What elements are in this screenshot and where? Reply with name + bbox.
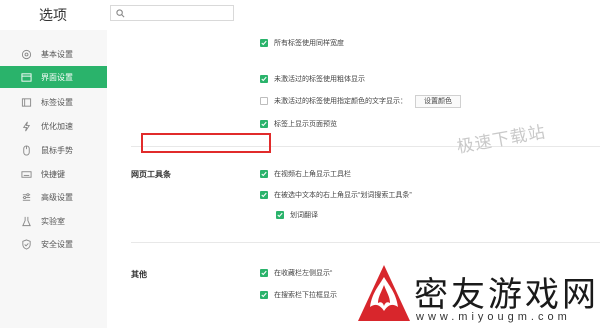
option-color-unactivated[interactable]: 未激活过的标签使用指定颜色的文字显示： 设置颜色 <box>260 94 461 108</box>
mouse-icon <box>20 144 32 156</box>
option-video-toolbar[interactable]: 在视频右上角显示工具栏 <box>260 168 351 180</box>
sidebar-item-label: 界面设置 <box>41 72 73 82</box>
option-selection-search[interactable]: 在被选中文本的右上角显示“划词搜索工具条” <box>260 189 412 201</box>
option-label: 所有标签使用同样宽度 <box>274 40 344 47</box>
option-translate[interactable]: 划词翻译 <box>276 209 318 221</box>
option-favorites-left[interactable]: 在收藏栏左侧显示“ <box>260 267 332 279</box>
sidebar-item-label: 实验室 <box>41 216 65 226</box>
option-label: 在视频右上角显示工具栏 <box>274 171 351 178</box>
checkbox-checked[interactable] <box>260 75 268 83</box>
shield-icon <box>20 238 32 250</box>
checkbox-checked[interactable] <box>260 269 268 277</box>
sidebar-item-label: 安全设置 <box>41 239 73 249</box>
tab-icon <box>20 96 32 108</box>
sidebar-item-speed[interactable]: 优化加速 <box>0 115 107 137</box>
section-label-webpage-tools: 网页工具条 <box>131 170 171 179</box>
sidebar-item-label: 优化加速 <box>41 121 73 131</box>
checkbox-unchecked[interactable] <box>260 97 268 105</box>
site-logo-icon <box>358 265 410 321</box>
option-label: 在收藏栏左侧显示“ <box>274 270 333 277</box>
option-label: 在搜索栏下拉框显示 <box>274 292 337 299</box>
checkbox-checked[interactable] <box>260 120 268 128</box>
option-page-preview[interactable]: 标签上显示页面预览 <box>260 118 337 130</box>
sidebar-item-lab[interactable]: 实验室 <box>0 210 107 232</box>
section-label-other: 其他 <box>131 270 147 279</box>
top-bar: 选项 <box>0 0 600 30</box>
sidebar-item-tabs[interactable]: 标签设置 <box>0 91 107 113</box>
sidebar-item-label: 高级设置 <box>41 192 73 202</box>
gear-icon <box>20 48 32 60</box>
sidebar-item-label: 鼠标手势 <box>41 145 73 155</box>
sidebar-item-label: 快捷键 <box>41 169 65 179</box>
site-watermark: 密友游戏网 www.miyougm.com <box>356 263 600 328</box>
section-divider <box>131 242 600 243</box>
sidebar-item-advanced[interactable]: 高级设置 <box>0 186 107 208</box>
sidebar-item-shortcuts[interactable]: 快捷键 <box>0 163 107 185</box>
option-label: 未激活过的标签使用指定颜色的文字显示： <box>274 98 407 105</box>
option-bold-unactivated[interactable]: 未激活过的标签使用粗体显示 <box>260 73 365 85</box>
sidebar-item-basic[interactable]: 基本设置 <box>0 43 107 65</box>
bolt-icon <box>20 120 32 132</box>
checkbox-checked[interactable] <box>260 39 268 47</box>
site-name: 密友游戏网 <box>414 275 599 315</box>
window-icon <box>20 71 32 83</box>
sidebar: 基本设置 界面设置 标签设置 优化加速 鼠标手势 快捷键 高级设置 实验室 安全… <box>0 30 107 328</box>
option-label: 在被选中文本的右上角显示“划词搜索工具条” <box>274 192 412 199</box>
sliders-icon <box>20 191 32 203</box>
highlight-box <box>141 133 271 153</box>
option-label: 未激活过的标签使用粗体显示 <box>274 76 365 83</box>
sidebar-item-interface[interactable]: 界面设置 <box>0 66 107 88</box>
site-url: www.miyougm.com <box>416 311 571 323</box>
checkbox-checked[interactable] <box>260 291 268 299</box>
option-label: 标签上显示页面预览 <box>274 121 337 128</box>
window-title: 选项 <box>39 7 67 23</box>
checkbox-checked[interactable] <box>260 191 268 199</box>
set-color-button[interactable]: 设置颜色 <box>415 94 461 108</box>
option-same-width[interactable]: 所有标签使用同样宽度 <box>260 37 344 49</box>
sidebar-item-label: 标签设置 <box>41 97 73 107</box>
keyboard-icon <box>20 168 32 180</box>
checkbox-checked[interactable] <box>260 170 268 178</box>
sidebar-item-security[interactable]: 安全设置 <box>0 233 107 255</box>
sidebar-item-label: 基本设置 <box>41 49 73 59</box>
search-input[interactable] <box>110 5 234 21</box>
lab-icon <box>20 215 32 227</box>
option-label: 划词翻译 <box>290 212 318 219</box>
search-icon <box>116 9 125 18</box>
checkbox-checked[interactable] <box>276 211 284 219</box>
option-search-dropdown[interactable]: 在搜索栏下拉框显示 <box>260 289 337 301</box>
sidebar-item-gestures[interactable]: 鼠标手势 <box>0 139 107 161</box>
